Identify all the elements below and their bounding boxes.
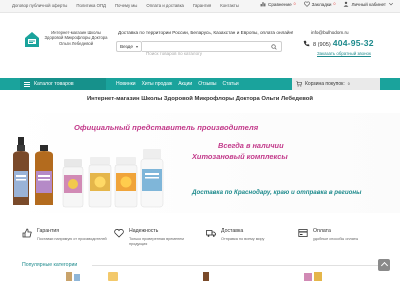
compare-count: 0 <box>293 2 296 6</box>
feature-desc: Отправка по всему миру <box>221 237 265 241</box>
top-link-payment-delivery[interactable]: Оплата и доставка <box>146 3 184 8</box>
top-link-contacts[interactable]: Контакты <box>220 3 239 8</box>
search-category-select[interactable]: Везде <box>116 41 142 52</box>
category-thumbnail[interactable] <box>302 272 324 281</box>
feature-desc: Поставки напрямую от производителей <box>37 237 107 241</box>
wishlist-link[interactable]: Закладки 0 <box>303 1 336 7</box>
chevron-down-icon <box>388 2 394 6</box>
phone-main: 404-95-32 <box>332 38 374 48</box>
nav-link-promotions[interactable]: Акции <box>178 81 192 87</box>
product-jar-image <box>114 157 138 208</box>
product-jar-image <box>88 157 112 208</box>
feature-desc: удобные способы оплаты <box>313 237 359 241</box>
catalog-button[interactable]: Каталог товаров <box>20 78 106 90</box>
account-label: Личный кабинет <box>351 1 386 7</box>
phone-icon <box>303 40 310 47</box>
nav-link-bestsellers[interactable]: Хиты продаж <box>142 81 173 87</box>
guarantee-icon <box>22 228 32 238</box>
product-jar-image <box>62 159 84 208</box>
delivery-info: Доставка по территории России, Беларусь,… <box>118 30 294 35</box>
top-links: Договор публичной оферты Политика ОПД По… <box>12 3 239 8</box>
cart-label: Корзина покупок: <box>305 81 345 87</box>
top-link-privacy[interactable]: Политика ОПД <box>76 3 106 8</box>
logo-icon[interactable] <box>24 31 40 48</box>
nav-links: Новинки Хиты продаж Акции Отзывы Статьи <box>116 81 239 87</box>
search-category-value: Везде <box>120 44 134 49</box>
cart-count: 0 <box>347 82 350 86</box>
top-link-why-us[interactable]: Почему мы <box>115 3 137 8</box>
user-icon <box>344 1 349 7</box>
callback-link[interactable]: Заказать обратный звонок <box>317 51 371 56</box>
heart-icon <box>303 1 310 7</box>
search-icon[interactable] <box>271 44 277 50</box>
chevron-down-icon <box>136 46 138 48</box>
phone-prefix: 8 (905) <box>313 42 331 48</box>
nav-link-articles[interactable]: Статьи <box>223 81 239 87</box>
cart-button[interactable]: Корзина покупок: 0 <box>292 78 380 90</box>
banner-content: Официальный представитель производителя … <box>0 113 400 213</box>
truck-icon <box>206 230 216 237</box>
divider <box>92 265 380 266</box>
category-thumbnail[interactable] <box>104 272 122 281</box>
search-input[interactable] <box>142 49 262 58</box>
top-utility-bar: Договор публичной оферты Политика ОПД По… <box>0 0 400 13</box>
phone-number[interactable]: 8 (905) 404-95-32 <box>313 38 374 48</box>
logo-text: Интернет-магазин Школы Здоровой Микрофло… <box>44 30 108 46</box>
product-bottle-image <box>35 145 53 205</box>
compare-icon <box>260 2 266 7</box>
wishlist-count: 0 <box>333 2 336 6</box>
feature-title: Гарантия <box>37 228 60 234</box>
cart-icon <box>296 81 302 87</box>
wishlist-label: Закладки <box>311 1 332 7</box>
account-link[interactable]: Личный кабинет <box>343 1 394 7</box>
banner-delivery-text: Доставка по Краснодару, краю и отправка … <box>192 189 362 196</box>
nav-link-reviews[interactable]: Отзывы <box>198 81 216 87</box>
heart-icon <box>114 229 124 238</box>
category-thumbnail[interactable] <box>198 272 214 281</box>
banner-official-text: Официальный представитель производителя <box>74 123 259 132</box>
compare-label: Сравнение <box>268 1 292 7</box>
payment-icon <box>298 229 308 237</box>
menu-icon <box>24 81 30 87</box>
product-bottle-image <box>140 149 164 208</box>
top-link-offer[interactable]: Договор публичной оферты <box>12 3 67 8</box>
banner-complex-text: Хитозановый комплексы <box>192 152 288 161</box>
search-bar <box>142 41 282 58</box>
compare-link[interactable]: Сравнение 0 <box>260 1 296 7</box>
category-thumbnail[interactable] <box>64 272 84 281</box>
nav-link-new[interactable]: Новинки <box>116 81 136 87</box>
feature-desc: Только проверенная временем продукция <box>129 237 184 246</box>
page-title: Интернет-магазин Школы Здоровой Микрофло… <box>86 96 314 102</box>
feature-title: Доставка <box>221 228 244 234</box>
banner-instock-text: Всегда в наличии <box>218 141 284 150</box>
feature-title: Оплата <box>313 228 331 234</box>
scroll-to-top-button[interactable] <box>378 259 390 271</box>
top-link-guarantee[interactable]: Гарантия <box>193 3 211 8</box>
contact-email[interactable]: info@bulhodom.ru <box>311 30 349 35</box>
product-bottle-image <box>13 137 29 205</box>
popular-categories-heading: Популярные категории <box>22 262 78 268</box>
catalog-label: Каталог товаров <box>34 81 74 87</box>
feature-title: Надежность <box>129 228 159 234</box>
